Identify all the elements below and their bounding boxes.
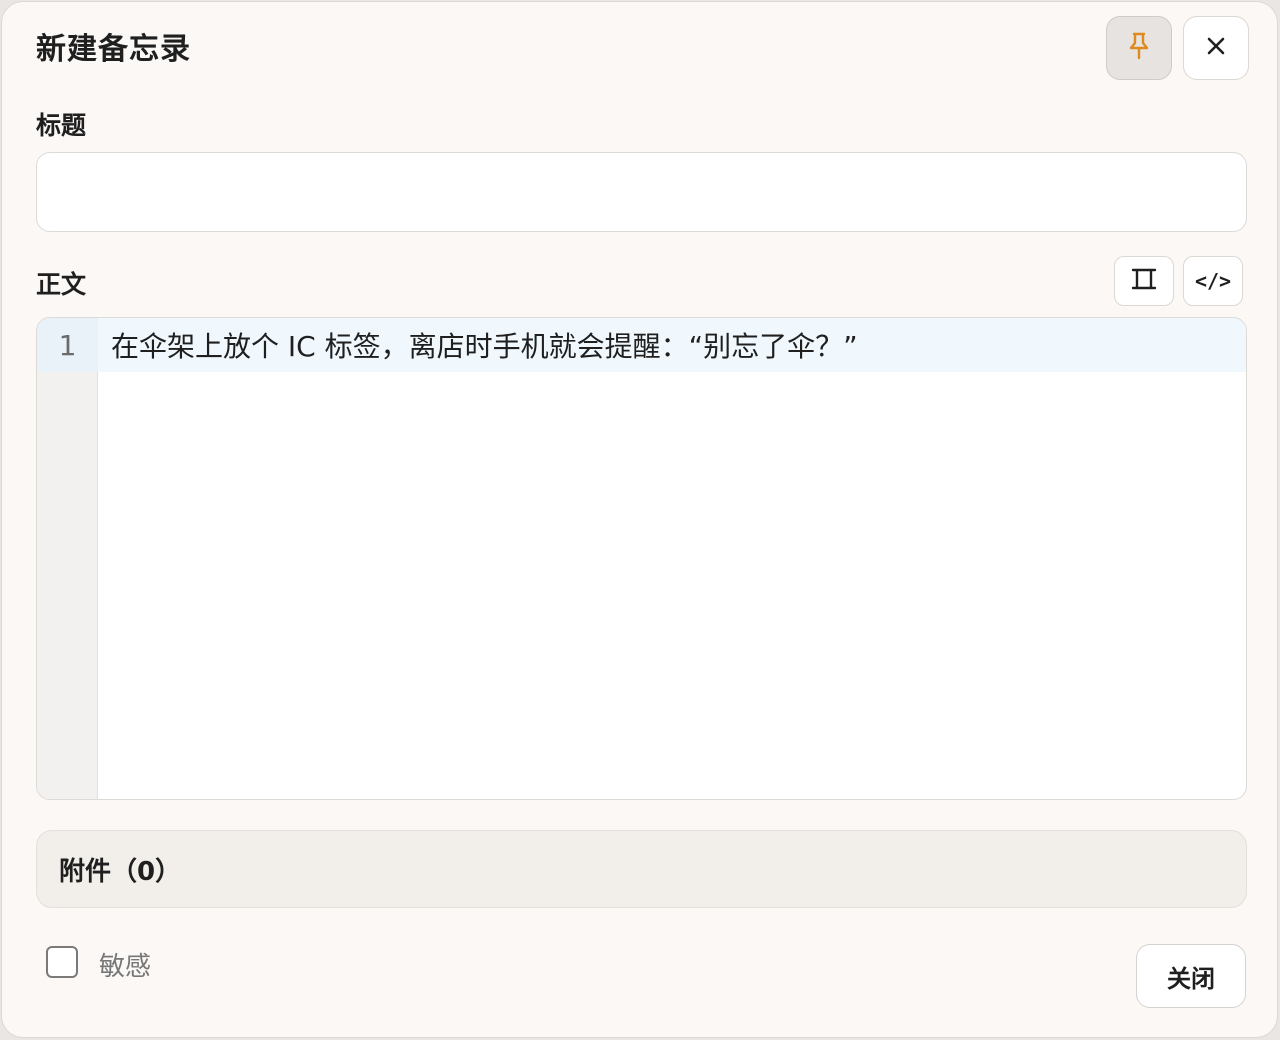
title-field-label: 标题 (36, 111, 87, 140)
fullscreen-icon (1130, 265, 1158, 298)
close-button[interactable]: 关闭 (1136, 944, 1246, 1008)
pin-icon (1126, 31, 1152, 65)
sensitive-checkbox[interactable] (46, 946, 78, 978)
dialog-title: 新建备忘录 (36, 32, 191, 67)
body-field-label: 正文 (36, 270, 87, 299)
code-view-toggle[interactable]: </> (1183, 256, 1243, 306)
editor-line-text[interactable]: 在伞架上放个 IC 标签，离店时手机就会提醒：“别忘了伞？” (111, 318, 858, 372)
fullscreen-button[interactable] (1114, 256, 1174, 306)
line-number: 1 (37, 318, 98, 372)
body-editor[interactable]: 1 在伞架上放个 IC 标签，离店时手机就会提醒：“别忘了伞？” (36, 317, 1247, 800)
title-input[interactable] (36, 152, 1247, 232)
close-dialog-button[interactable] (1183, 16, 1249, 80)
attachments-section[interactable]: 附件（0） (36, 830, 1247, 908)
line-number-gutter (37, 318, 98, 799)
close-icon (1206, 36, 1226, 60)
sensitive-label[interactable]: 敏感 (99, 946, 151, 983)
new-memo-dialog: 新建备忘录 标题 正文 </> 1 在伞架上放个 IC 标签，离店时手机就会提醒… (1, 1, 1278, 1038)
pin-button[interactable] (1106, 16, 1172, 80)
